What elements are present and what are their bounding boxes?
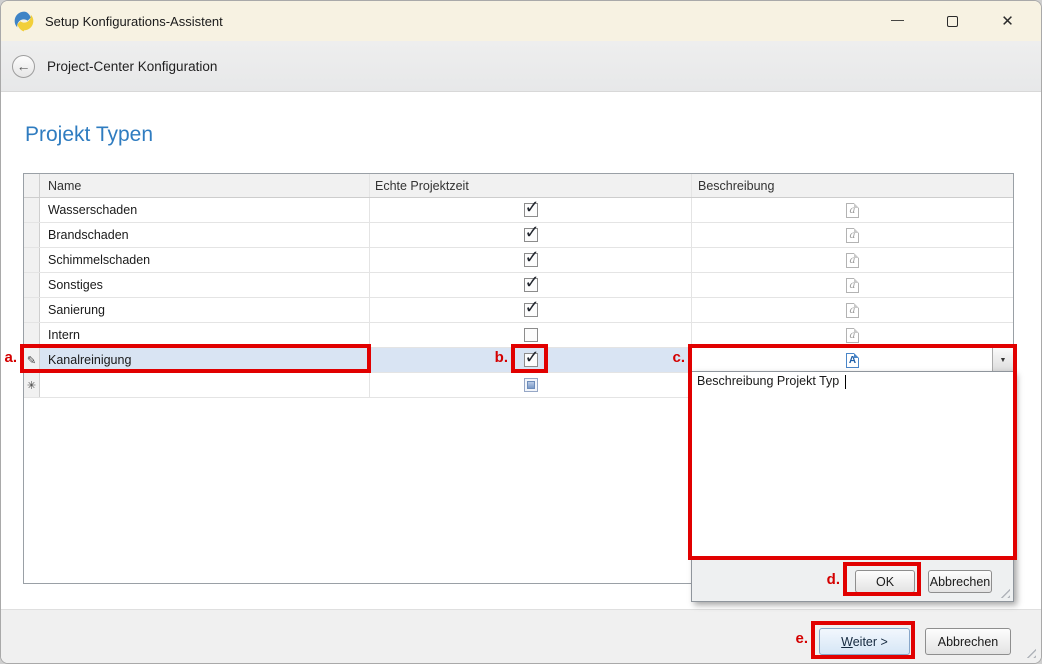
app-logo-icon xyxy=(13,10,35,32)
description-doc-icon[interactable]: a xyxy=(846,203,859,218)
description-text: Beschreibung Projekt Typ xyxy=(697,374,843,388)
description-cell[interactable]: a xyxy=(692,273,1013,297)
maximize-button[interactable] xyxy=(925,1,980,41)
next-button-label: Weiter > xyxy=(841,635,888,649)
description-textarea[interactable]: Beschreibung Projekt Typ xyxy=(697,374,846,389)
wizard-window: Setup Konfigurations-Assistent — ✕ ← Pro… xyxy=(0,0,1042,664)
table-row: Schimmelschaden a xyxy=(24,248,1013,273)
table-row: Wasserschaden a xyxy=(24,198,1013,223)
name-cell-editing[interactable]: Kanalreinigung xyxy=(40,348,370,372)
real-time-cell[interactable] xyxy=(370,348,692,372)
back-button[interactable]: ← xyxy=(12,55,35,78)
new-row-indicator: ✳ xyxy=(24,373,40,397)
table-row: Brandschaden a xyxy=(24,223,1013,248)
wizard-footer: Weiter > Abbrechen xyxy=(1,609,1041,664)
ok-button[interactable]: OK xyxy=(855,570,915,593)
table-row: Sanierung a xyxy=(24,298,1013,323)
row-indicator xyxy=(24,198,40,222)
checkbox[interactable] xyxy=(524,278,538,292)
row-indicator xyxy=(24,273,40,297)
row-indicator-header xyxy=(24,174,40,197)
page-title: Project-Center Konfiguration xyxy=(47,59,217,74)
table-row: Intern a xyxy=(24,323,1013,348)
cancel-button[interactable]: Abbrechen xyxy=(925,628,1011,655)
name-cell-empty[interactable] xyxy=(40,373,370,397)
table-row: Sonstiges a xyxy=(24,273,1013,298)
column-header-description[interactable]: Beschreibung xyxy=(692,174,1013,197)
window-title: Setup Konfigurations-Assistent xyxy=(45,14,223,29)
checkbox[interactable] xyxy=(524,328,538,342)
name-cell[interactable]: Sonstiges xyxy=(40,273,370,297)
section-heading: Projekt Typen xyxy=(25,123,153,147)
editor-cancel-label: Abbrechen xyxy=(930,575,990,589)
table-header-row: Name Echte Projektzeit Beschreibung xyxy=(24,174,1013,198)
description-doc-icon[interactable]: a xyxy=(846,328,859,343)
pencil-icon: ✎ xyxy=(27,354,36,367)
description-cell[interactable]: a xyxy=(692,198,1013,222)
row-edit-indicator: ✎ xyxy=(24,348,40,372)
maximize-icon xyxy=(947,16,958,27)
description-edit-icon[interactable]: A xyxy=(846,353,859,368)
back-arrow-icon: ← xyxy=(17,59,31,73)
row-indicator xyxy=(24,248,40,272)
description-dropdown-button[interactable]: ▼ xyxy=(992,348,1013,372)
row-indicator xyxy=(24,298,40,322)
text-caret xyxy=(845,375,846,389)
real-time-cell[interactable] xyxy=(370,248,692,272)
description-cell[interactable]: a xyxy=(692,223,1013,247)
checkbox-indeterminate[interactable] xyxy=(524,378,538,392)
name-cell[interactable]: Schimmelschaden xyxy=(40,248,370,272)
ok-button-label: OK xyxy=(876,575,894,589)
column-header-real-time[interactable]: Echte Projektzeit xyxy=(370,174,692,197)
chevron-down-icon: ▼ xyxy=(1000,357,1007,364)
checkbox[interactable] xyxy=(524,303,538,317)
row-indicator xyxy=(24,323,40,347)
close-button[interactable]: ✕ xyxy=(980,1,1035,41)
description-editor-cell[interactable]: A ▼ xyxy=(692,348,1013,372)
close-icon: ✕ xyxy=(1001,12,1014,30)
real-time-cell[interactable] xyxy=(370,298,692,322)
real-time-cell[interactable] xyxy=(370,373,692,397)
real-time-cell[interactable] xyxy=(370,198,692,222)
checkbox[interactable] xyxy=(524,228,538,242)
description-doc-icon[interactable]: a xyxy=(846,278,859,293)
row-indicator xyxy=(24,223,40,247)
column-header-name[interactable]: Name xyxy=(40,174,370,197)
description-doc-icon[interactable]: a xyxy=(846,228,859,243)
real-time-cell[interactable] xyxy=(370,223,692,247)
name-cell[interactable]: Wasserschaden xyxy=(40,198,370,222)
minimize-button[interactable]: — xyxy=(870,1,925,41)
window-controls: — ✕ xyxy=(870,1,1035,41)
description-cell[interactable]: a xyxy=(692,323,1013,347)
titlebar: Setup Konfigurations-Assistent — ✕ xyxy=(1,1,1041,41)
table-row-editing: ✎ Kanalreinigung A ▼ xyxy=(24,348,1013,373)
description-editor-panel: Beschreibung Projekt Typ OK Abbrechen xyxy=(691,371,1014,602)
checkbox[interactable] xyxy=(524,203,538,217)
next-button[interactable]: Weiter > xyxy=(819,628,910,655)
asterisk-icon: ✳ xyxy=(27,379,36,392)
nav-header: ← Project-Center Konfiguration xyxy=(1,41,1041,92)
name-cell[interactable]: Sanierung xyxy=(40,298,370,322)
cancel-button-label: Abbrechen xyxy=(938,635,998,649)
real-time-cell[interactable] xyxy=(370,273,692,297)
editor-cancel-button[interactable]: Abbrechen xyxy=(928,570,992,593)
description-doc-icon[interactable]: a xyxy=(846,303,859,318)
real-time-cell[interactable] xyxy=(370,323,692,347)
name-cell[interactable]: Intern xyxy=(40,323,370,347)
description-cell[interactable]: a xyxy=(692,248,1013,272)
minimize-icon: — xyxy=(891,12,904,27)
name-cell[interactable]: Brandschaden xyxy=(40,223,370,247)
checkbox[interactable] xyxy=(524,353,538,367)
description-cell[interactable]: a xyxy=(692,298,1013,322)
description-doc-icon[interactable]: a xyxy=(846,253,859,268)
checkbox[interactable] xyxy=(524,253,538,267)
